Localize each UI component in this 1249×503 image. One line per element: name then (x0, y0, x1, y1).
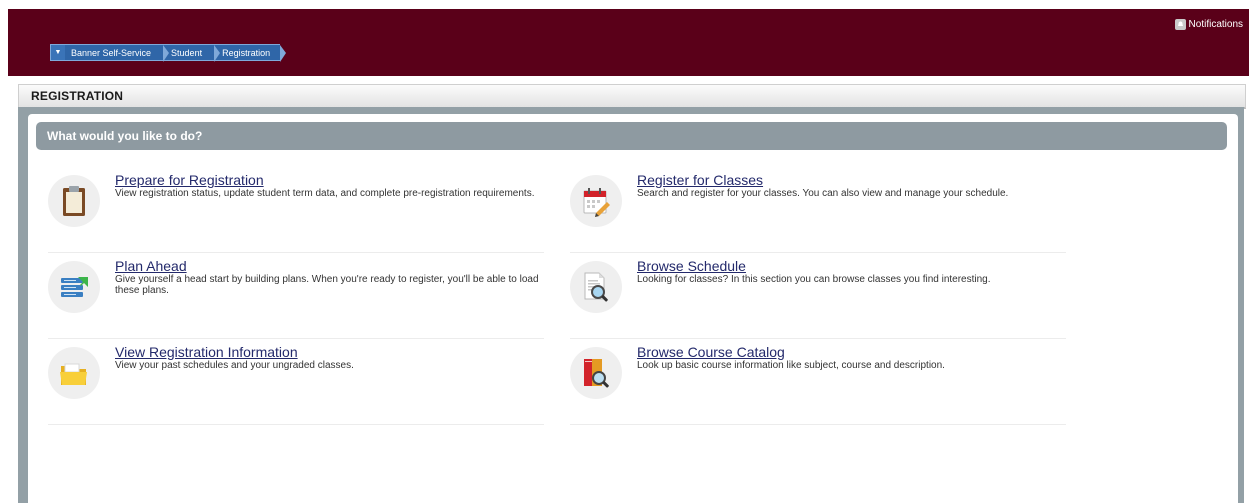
breadcrumb: ▼ Banner Self-Service Student Registrati… (50, 44, 287, 62)
calendar-pencil-icon (583, 188, 610, 217)
action-icon-button[interactable] (570, 347, 622, 399)
clipboard-icon (63, 186, 85, 216)
action-view-registration-information: View Registration Information View your … (48, 344, 544, 425)
action-title[interactable]: Browse Course Catalog (637, 344, 785, 360)
book-magnifier-icon (584, 359, 609, 388)
breadcrumb-label: Student (171, 47, 203, 58)
action-title[interactable]: Prepare for Registration (115, 172, 264, 188)
document-magnifier-icon (584, 272, 608, 302)
breadcrumb-label: Banner Self-Service (71, 47, 152, 58)
breadcrumb-menu-toggle[interactable]: ▼ (50, 44, 65, 61)
action-description: Looking for classes? In this section you… (637, 274, 991, 285)
breadcrumb-item-registration[interactable]: Registration (214, 44, 287, 62)
breadcrumb-item-student[interactable]: Student (163, 44, 221, 62)
breadcrumb-label: Registration (222, 47, 271, 58)
action-title[interactable]: Register for Classes (637, 172, 763, 188)
action-register-for-classes: Register for Classes Search and register… (570, 172, 1066, 253)
action-browse-course-catalog: Browse Course Catalog Look up basic cour… (570, 344, 1066, 425)
action-title[interactable]: View Registration Information (115, 344, 298, 360)
action-description: View registration status, update student… (115, 188, 535, 199)
action-description: Search and register for your classes. Yo… (637, 188, 1009, 199)
page-title-bar: REGISTRATION (18, 84, 1246, 109)
action-title[interactable]: Plan Ahead (115, 258, 187, 274)
app-header: Notifications ▼ Banner Self-Service Stud… (8, 9, 1249, 76)
breadcrumb-item-banner-self-service[interactable]: Banner Self-Service (65, 44, 170, 62)
action-prepare-for-registration: Prepare for Registration View registrati… (48, 172, 544, 253)
section-header: What would you like to do? (36, 122, 1227, 150)
notifications-link[interactable]: Notifications (1174, 19, 1243, 30)
action-icon-button[interactable] (48, 347, 100, 399)
page-title: REGISTRATION (31, 89, 124, 103)
notifications-label: Notifications (1188, 19, 1243, 30)
list-plan-icon (61, 277, 88, 297)
notifications-icon (1174, 19, 1186, 30)
action-browse-schedule: Browse Schedule Looking for classes? In … (570, 258, 1066, 339)
chevron-down-icon: ▼ (54, 49, 62, 56)
action-icon-button[interactable] (48, 261, 100, 313)
action-icon-button[interactable] (570, 175, 622, 227)
action-description: Look up basic course information like su… (637, 360, 945, 371)
action-title[interactable]: Browse Schedule (637, 258, 746, 274)
action-icon-button[interactable] (48, 175, 100, 227)
action-description: Give yourself a head start by building p… (115, 274, 539, 296)
action-plan-ahead: Plan Ahead Give yourself a head start by… (48, 258, 544, 339)
section-title: What would you like to do? (47, 129, 203, 143)
action-description: View your past schedules and your ungrad… (115, 360, 354, 371)
action-icon-button[interactable] (570, 261, 622, 313)
folder-icon (60, 363, 87, 385)
